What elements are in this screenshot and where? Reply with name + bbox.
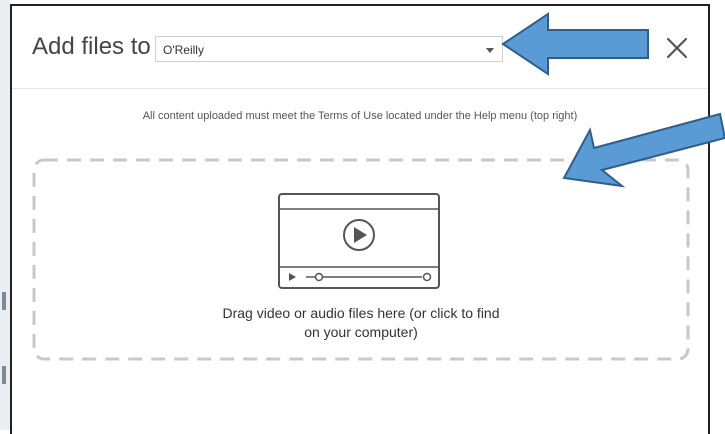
destination-select-value: O'Reilly: [163, 43, 204, 57]
add-files-dialog: Add files to O'Reilly All content upload…: [10, 4, 710, 434]
background-app-strip: [0, 0, 10, 430]
dialog-header: Add files to O'Reilly: [12, 6, 708, 89]
destination-select[interactable]: O'Reilly: [155, 36, 503, 62]
terms-notice: All content uploaded must meet the Terms…: [142, 110, 578, 122]
chevron-down-icon: [486, 48, 494, 53]
video-player-icon: [278, 193, 440, 289]
dropzone-text-line2: on your computer): [304, 324, 418, 340]
screen: Add files to O'Reilly All content upload…: [0, 0, 725, 434]
dialog-title: Add files to: [32, 33, 151, 60]
close-icon: [666, 37, 688, 59]
dropzone-text-line1: Drag video or audio files here (or click…: [222, 305, 500, 321]
file-dropzone[interactable]: Drag video or audio files here (or click…: [32, 158, 690, 361]
dropzone-instructions: Drag video or audio files here (or click…: [32, 304, 690, 342]
close-button[interactable]: [663, 34, 691, 62]
